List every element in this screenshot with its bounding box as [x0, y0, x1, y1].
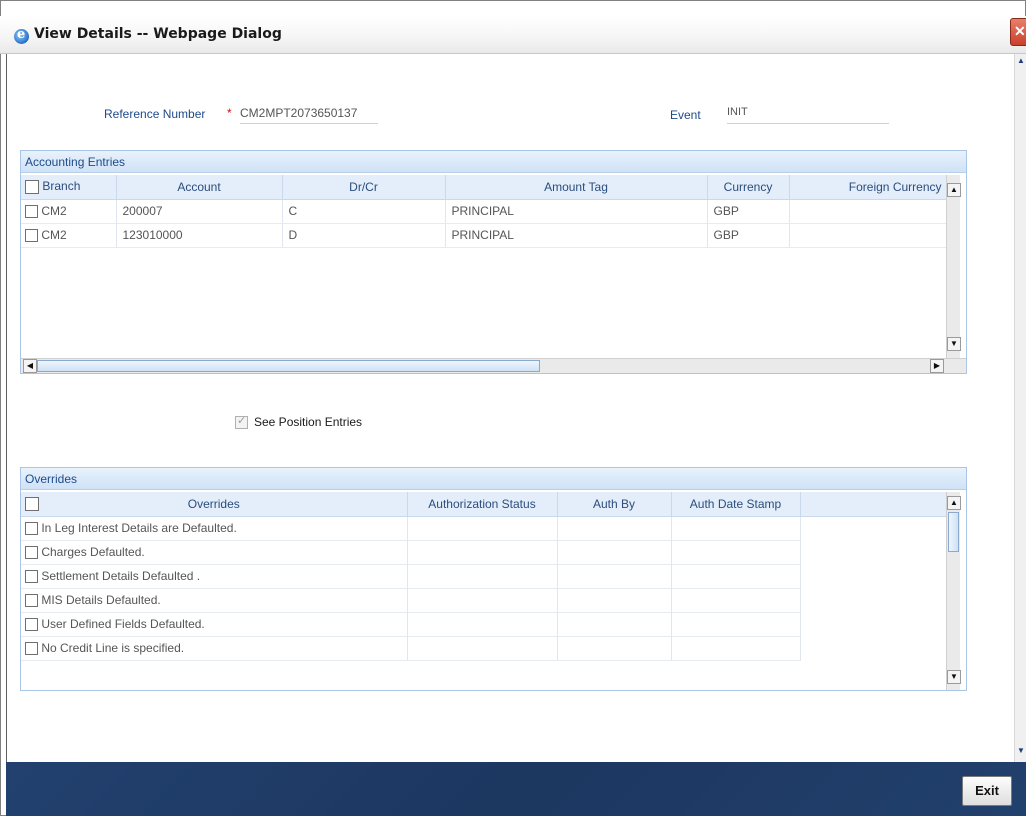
col-currency[interactable]: Currency	[707, 175, 790, 200]
left-border	[6, 54, 7, 762]
footer-bar	[6, 762, 1026, 816]
reference-number-label: Reference Number	[104, 107, 206, 121]
table-row[interactable]: CM2 123010000 D PRINCIPAL GBP	[21, 223, 947, 248]
table-row[interactable]: No Credit Line is specified.	[21, 636, 946, 661]
window-title: View Details -- Webpage Dialog	[34, 26, 282, 42]
overrides-header: Overrides	[21, 468, 966, 490]
accounting-hscrollbar[interactable]: ◀ ▶	[21, 358, 966, 373]
title-bar: View Details -- Webpage Dialog	[0, 16, 1026, 54]
accounting-entries-table: Branch Account Dr/Cr Amount Tag Currency…	[21, 175, 947, 248]
col-auth-by[interactable]: Auth By	[557, 492, 672, 517]
row-checkbox[interactable]	[25, 546, 38, 560]
col-overrides[interactable]: Overrides	[21, 492, 408, 517]
table-row[interactable]: CM2 200007 C PRINCIPAL GBP	[21, 199, 947, 224]
ie-icon	[14, 27, 29, 44]
table-row[interactable]: MIS Details Defaulted.	[21, 588, 946, 613]
table-row[interactable]: Settlement Details Defaulted .	[21, 564, 946, 589]
event-label: Event	[670, 108, 701, 122]
accounting-entries-panel: Accounting Entries Branch Account Dr/Cr …	[20, 150, 967, 374]
scroll-right-icon[interactable]: ▶	[930, 359, 944, 373]
scroll-down-icon[interactable]: ▼	[1016, 746, 1026, 756]
col-account[interactable]: Account	[116, 175, 283, 200]
row-checkbox[interactable]	[25, 570, 38, 584]
overrides-table: Overrides Authorization Status Auth By A…	[21, 492, 947, 661]
col-authorization-status[interactable]: Authorization Status	[407, 492, 558, 517]
scroll-up-icon[interactable]: ▲	[947, 496, 961, 510]
scroll-down-icon[interactable]: ▼	[947, 670, 961, 684]
scroll-left-icon[interactable]: ◀	[23, 359, 37, 373]
select-all-checkbox[interactable]	[25, 180, 39, 195]
col-drcr[interactable]: Dr/Cr	[282, 175, 446, 200]
see-position-label: See Position Entries	[254, 415, 363, 429]
scroll-down-icon[interactable]: ▼	[947, 337, 961, 351]
accounting-vscrollbar[interactable]: ▲ ▼	[946, 175, 961, 358]
vscroll-thumb[interactable]	[948, 512, 959, 552]
event-field[interactable]: INIT	[727, 106, 889, 124]
exit-button[interactable]: Exit	[962, 776, 1012, 806]
col-amount-tag[interactable]: Amount Tag	[445, 175, 708, 200]
col-foreign-currency[interactable]: Foreign Currency	[789, 175, 947, 200]
row-checkbox[interactable]	[25, 642, 38, 656]
table-row[interactable]: User Defined Fields Defaulted.	[21, 612, 946, 637]
see-position-entries[interactable]: See Position Entries	[235, 414, 363, 430]
table-row[interactable]: In Leg Interest Details are Defaulted.	[21, 516, 946, 541]
row-checkbox[interactable]	[25, 229, 38, 243]
scroll-up-icon[interactable]: ▲	[1016, 56, 1026, 66]
row-checkbox[interactable]	[25, 205, 38, 219]
close-button[interactable]	[1010, 18, 1026, 46]
page-scrollbar[interactable]: ▲ ▼	[1014, 54, 1026, 762]
required-icon: *	[227, 106, 232, 120]
col-auth-date-stamp[interactable]: Auth Date Stamp	[671, 492, 801, 517]
col-blank	[800, 492, 947, 517]
hscroll-thumb[interactable]	[37, 360, 540, 372]
overrides-panel: Overrides Overrides Authorization Status…	[20, 467, 967, 691]
scroll-up-icon[interactable]: ▲	[947, 183, 961, 197]
row-checkbox[interactable]	[25, 618, 38, 632]
see-position-checkbox[interactable]	[235, 414, 248, 430]
reference-number-field[interactable]: CM2MPT2073650137	[240, 106, 378, 124]
col-branch[interactable]: Branch	[21, 175, 117, 200]
select-all-checkbox[interactable]	[25, 497, 39, 511]
overrides-vscrollbar[interactable]: ▲ ▼	[946, 492, 961, 690]
row-checkbox[interactable]	[25, 594, 38, 608]
accounting-entries-header: Accounting Entries	[21, 151, 966, 173]
row-checkbox[interactable]	[25, 522, 38, 536]
table-row[interactable]: Charges Defaulted.	[21, 540, 946, 565]
